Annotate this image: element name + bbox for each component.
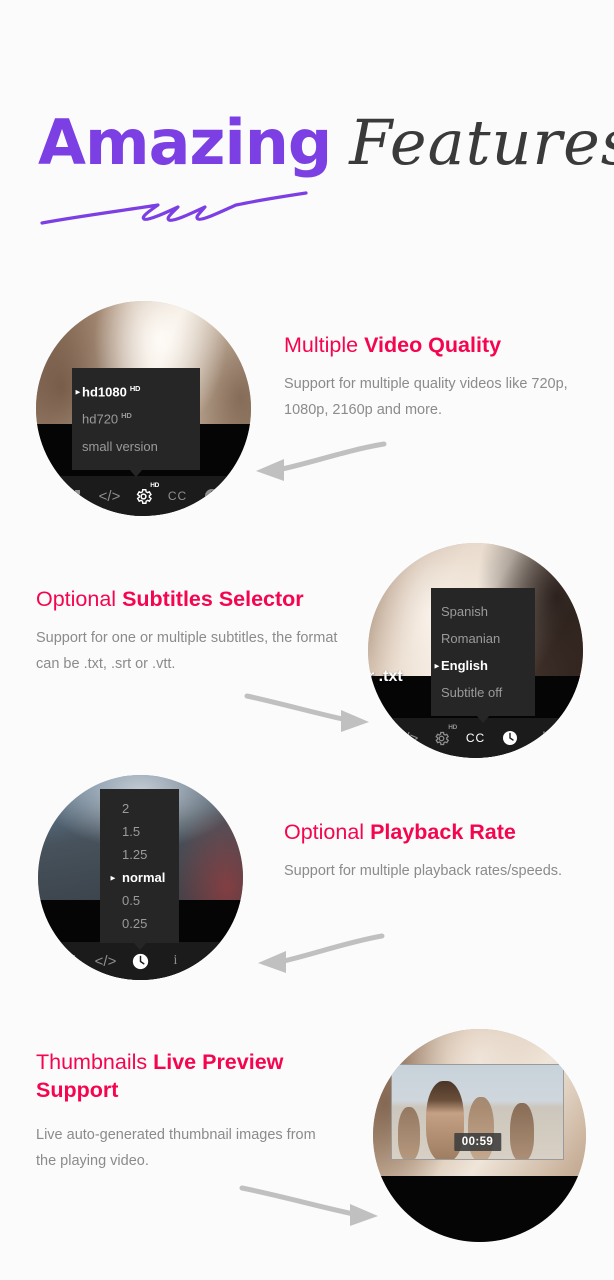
menu-item-label: 2 [122, 801, 130, 816]
menu-item-rate-1-5[interactable]: 1.5 [100, 820, 179, 843]
playback-rate-thumb[interactable]: 2 1.5 1.25 ► normal 0.5 0.25 </> i [38, 775, 243, 980]
menu-item-label: 1.5 [122, 824, 141, 839]
hd-badge: HD [121, 411, 132, 421]
playback-rate-text: Optional Playback Rate Support for multi… [284, 818, 584, 884]
menu-pointer-tail [476, 715, 490, 723]
menu-item-spanish[interactable]: Spanish [431, 598, 535, 625]
menu-item-rate-2[interactable]: 2 [100, 797, 179, 820]
heading-bold: Video Quality [364, 333, 502, 357]
menu-item-romanian[interactable]: Romanian [431, 625, 535, 652]
feature-body: Support for one or multiple subtitles, t… [36, 630, 338, 672]
subtitle-cue-text: r .txt [368, 668, 403, 685]
menu-pointer-tail [129, 468, 143, 477]
subtitles-menu[interactable]: Spanish Romanian ► English Subtitle off [431, 588, 535, 723]
thumbnail-figure [398, 1107, 420, 1159]
quality-menu[interactable]: ► hd1080 HD hd720 HD small version [72, 368, 200, 477]
thumbnail-timestamp: 00:59 [453, 1133, 502, 1151]
heading-plain: Optional [36, 587, 123, 611]
heading-bold: Subtitles Selector [122, 587, 304, 611]
feature-body: Live auto-generated thumbnail images fro… [36, 1127, 316, 1169]
menu-item-label: Subtitle off [441, 685, 503, 700]
embed-code-icon[interactable]: </> [99, 486, 121, 507]
menu-item-label: hd720 [82, 411, 119, 427]
player-control-bar[interactable]: </> HD CC [368, 718, 583, 758]
menu-item-label: normal [122, 870, 166, 885]
menu-pointer-tail [132, 942, 147, 950]
video-letterbox [373, 1176, 586, 1242]
heading-plain: Optional [284, 820, 371, 844]
menu-item-label: Spanish [441, 604, 488, 619]
curved-arrow-right [239, 1185, 378, 1226]
playback-rate-menu[interactable]: 2 1.5 1.25 ► normal 0.5 0.25 [100, 789, 180, 950]
playback-rate-clock-icon[interactable] [201, 486, 222, 507]
info-icon[interactable]: i [165, 951, 186, 972]
menu-item-label: English [441, 658, 488, 673]
heading-bold: Playback Rate [370, 820, 516, 844]
curved-arrow-right [244, 693, 369, 732]
heading-plain: Multiple [284, 333, 365, 357]
hd-superscript-label: HD [150, 481, 159, 489]
feature-heading: Thumbnails Live Preview Support [36, 1048, 336, 1104]
subtitles-text: Optional Subtitles Selector Support for … [36, 585, 356, 677]
hd-badge: HD [129, 384, 141, 393]
playback-rate-clock-icon[interactable] [499, 728, 520, 749]
curved-arrow-left [258, 933, 385, 973]
feature-body: Support for multiple quality videos like… [284, 376, 568, 418]
thumbnail-preview-text: Thumbnails Live Preview Support Live aut… [36, 1048, 336, 1174]
menu-item-small-version[interactable]: small version [72, 433, 200, 460]
video-quality-text: Multiple Video Quality Support for multi… [284, 331, 584, 423]
selected-caret-icon: ► [109, 873, 117, 882]
closed-captions-icon[interactable]: CC [465, 728, 486, 749]
thumbnail-preview-box: 00:59 [391, 1064, 564, 1160]
menu-item-hd720[interactable]: hd720 HD [72, 405, 200, 432]
player-control-bar[interactable]: </> HD CC [36, 476, 251, 516]
closed-captions-icon[interactable]: CC [167, 486, 188, 507]
menu-item-rate-normal[interactable]: ► normal [100, 866, 179, 889]
playback-rate-clock-icon[interactable] [130, 951, 151, 972]
feature-heading: Optional Playback Rate [284, 818, 584, 846]
thumbnail-preview-thumb[interactable]: 00:59 [373, 1029, 586, 1242]
selected-caret-icon: ► [433, 661, 441, 670]
settings-gear-hd-icon[interactable]: HD [431, 724, 457, 749]
title-word-amazing: Amazing [38, 106, 332, 179]
selected-caret-icon: ► [74, 387, 82, 397]
thumbnail-pointer-tail [473, 1159, 483, 1160]
settings-gear-hd-icon[interactable]: HD [133, 482, 159, 507]
title-word-features: Features [349, 106, 614, 179]
page-title: Amazing Features [38, 112, 614, 225]
embed-code-icon[interactable]: </> [95, 951, 117, 972]
embed-code-icon[interactable]: </> [397, 728, 419, 749]
picture-in-picture-icon[interactable] [60, 951, 81, 972]
menu-item-label: hd1080 [82, 384, 127, 400]
menu-item-subtitle-off[interactable]: Subtitle off [431, 679, 535, 706]
download-icon[interactable] [200, 951, 221, 972]
heading-plain: Thumbnails [36, 1050, 154, 1074]
subtitles-thumb[interactable]: r .txt Spanish Romanian ► English Subtit… [368, 543, 583, 758]
purple-squiggle-underline [40, 191, 308, 225]
menu-item-rate-0-25[interactable]: 0.25 [100, 912, 179, 935]
video-quality-thumb[interactable]: ► hd1080 HD hd720 HD small version </> HD … [36, 301, 251, 516]
download-icon[interactable] [533, 728, 554, 749]
curved-arrow-left [256, 441, 387, 481]
menu-item-label: Romanian [441, 631, 501, 646]
menu-item-rate-1-25[interactable]: 1.25 [100, 843, 179, 866]
menu-item-hd1080[interactable]: ► hd1080 HD [72, 378, 200, 405]
menu-item-label: small version [82, 438, 158, 454]
menu-item-rate-0-5[interactable]: 0.5 [100, 889, 179, 912]
feature-body: Support for multiple playback rates/spee… [284, 863, 563, 879]
menu-item-label: 0.25 [122, 916, 148, 931]
feature-heading: Optional Subtitles Selector [36, 585, 356, 613]
hd-superscript-label: HD [448, 723, 457, 731]
picture-in-picture-icon[interactable] [65, 486, 86, 507]
menu-item-english[interactable]: ► English [431, 652, 535, 679]
menu-item-label: 1.25 [122, 847, 148, 862]
feature-heading: Multiple Video Quality [284, 331, 584, 359]
menu-item-label: 0.5 [122, 893, 141, 908]
thumbnail-figure [510, 1103, 534, 1159]
